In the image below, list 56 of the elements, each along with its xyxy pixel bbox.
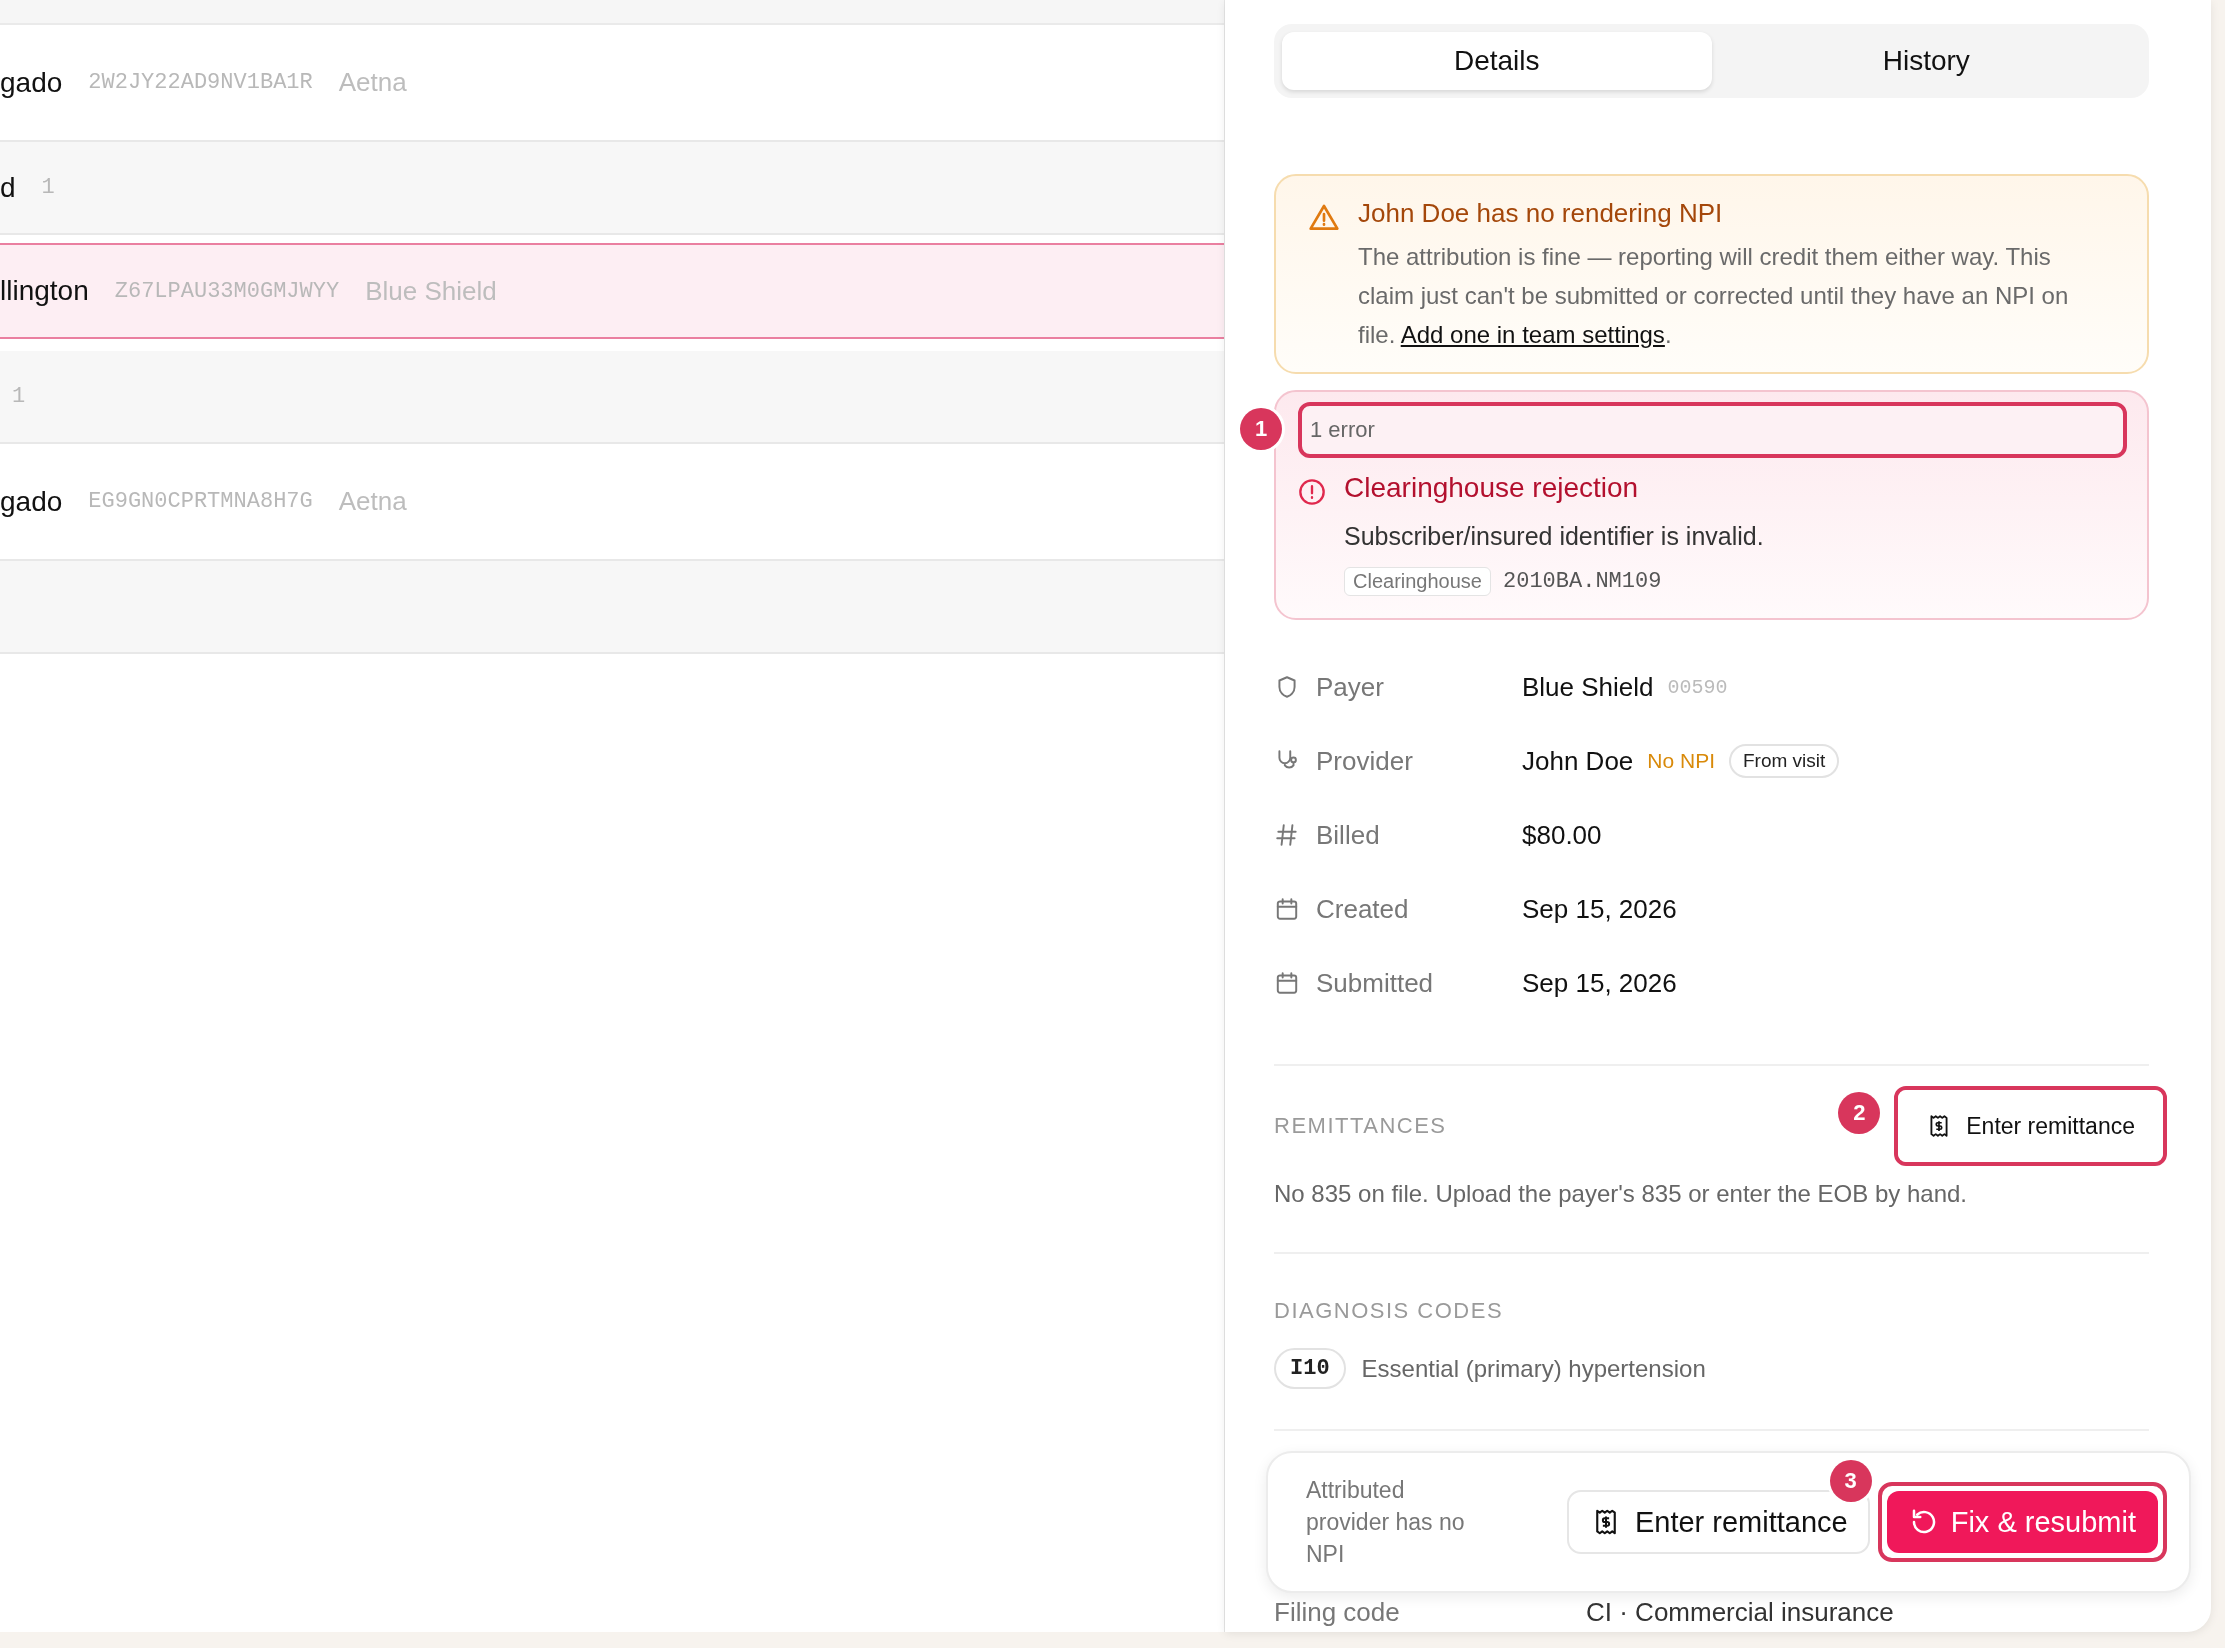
patient-name: gado xyxy=(0,485,63,518)
alert-circle-icon xyxy=(1298,478,1326,506)
team-settings-link[interactable]: Add one in team settings xyxy=(1400,321,1665,348)
error-title: Clearinghouse rejection xyxy=(1344,472,1640,504)
warning-title: John Doe has no rendering NPI xyxy=(1358,198,1724,229)
annotation-marker: 2 xyxy=(1838,1092,1881,1134)
claim-row[interactable]: llington Z67LPAU33M0GMJWYY Blue Shield xyxy=(0,243,1224,339)
payer-name: Aetna xyxy=(338,486,407,517)
diagnosis-description: Essential (primary) hypertension xyxy=(1361,1354,1706,1383)
warning-message: The attribution is fine — reporting will credit them either way. This claim just can't be submitted or corrected until they have an NPI on file. Add one in team settings. xyxy=(1358,242,2070,350)
calendar-icon xyxy=(1274,896,1300,922)
fix-resubmit-button[interactable]: Fix & resubmit xyxy=(1886,1491,2158,1553)
annotation-marker: 3 xyxy=(1829,1460,1872,1502)
enter-remittance-button[interactable]: Enter remittance xyxy=(1898,1090,2163,1162)
payer-name: Blue Shield xyxy=(365,275,497,307)
claim-id: Z67LPAU33M0GMJWYY xyxy=(114,278,340,304)
tab[interactable]: Details xyxy=(1282,32,1712,90)
payer-id: 00590 xyxy=(1667,675,1728,699)
field-value: CI · Commercial insurance xyxy=(1586,1597,1894,1628)
source-tag: Clearinghouse xyxy=(1344,567,1491,596)
enter-remittance-button[interactable]: Enter remittance xyxy=(1566,1490,1870,1554)
section-heading: REMITTANCES xyxy=(1274,1113,1447,1139)
claim-id: EG9GN0CPRTMNA8H7G xyxy=(88,489,313,514)
field-value: Blue Shield xyxy=(1522,671,1654,703)
field-label: Filing code xyxy=(1274,1597,1401,1628)
group-name: d xyxy=(0,171,16,204)
group-count: 1 xyxy=(41,175,55,200)
section-heading: DIAGNOSIS CODES xyxy=(1274,1298,1505,1324)
field-label: Provider xyxy=(1316,745,1414,777)
group-row[interactable] xyxy=(0,561,1224,654)
patient-name: llington xyxy=(0,275,89,307)
error-message: Subscriber/insured identifier is invalid. xyxy=(1344,522,1764,551)
error-count-field: 1 error xyxy=(1298,402,2127,458)
hash-icon xyxy=(1274,822,1300,848)
segment-code: 2010BA.NM109 xyxy=(1503,569,1662,594)
field-label: Payer xyxy=(1316,671,1385,703)
group-count: 1 xyxy=(12,384,26,409)
group-row[interactable]: d 1 xyxy=(0,142,1224,235)
payer-name: Aetna xyxy=(338,67,407,98)
field-value: $80.00 xyxy=(1522,819,1602,851)
footer-message: Attributed provider has no NPI xyxy=(1306,1476,1466,1569)
claim-id: 2W2JY22AD9NV1BA1R xyxy=(88,70,313,95)
field-value: John Doe xyxy=(1522,745,1634,777)
annotation-marker: 1 xyxy=(1240,408,1282,450)
source-tag: From visit xyxy=(1729,744,1840,778)
diagnosis-code: I10 xyxy=(1274,1348,1346,1389)
patient-name: gado xyxy=(0,66,63,99)
field-value: Sep 15, 2026 xyxy=(1522,967,1677,999)
remittance-note: No 835 on file. Upload the payer's 835 or enter the EOB by hand. xyxy=(1274,1180,1969,1208)
field-label: Created xyxy=(1316,893,1410,925)
field-value: Sep 15, 2026 xyxy=(1522,893,1677,925)
npi-warning: No NPI xyxy=(1647,749,1715,773)
calendar-icon xyxy=(1274,970,1300,996)
field-label: Submitted xyxy=(1316,967,1435,999)
field-label: Billed xyxy=(1316,819,1381,851)
tab[interactable]: History xyxy=(1711,32,2141,90)
